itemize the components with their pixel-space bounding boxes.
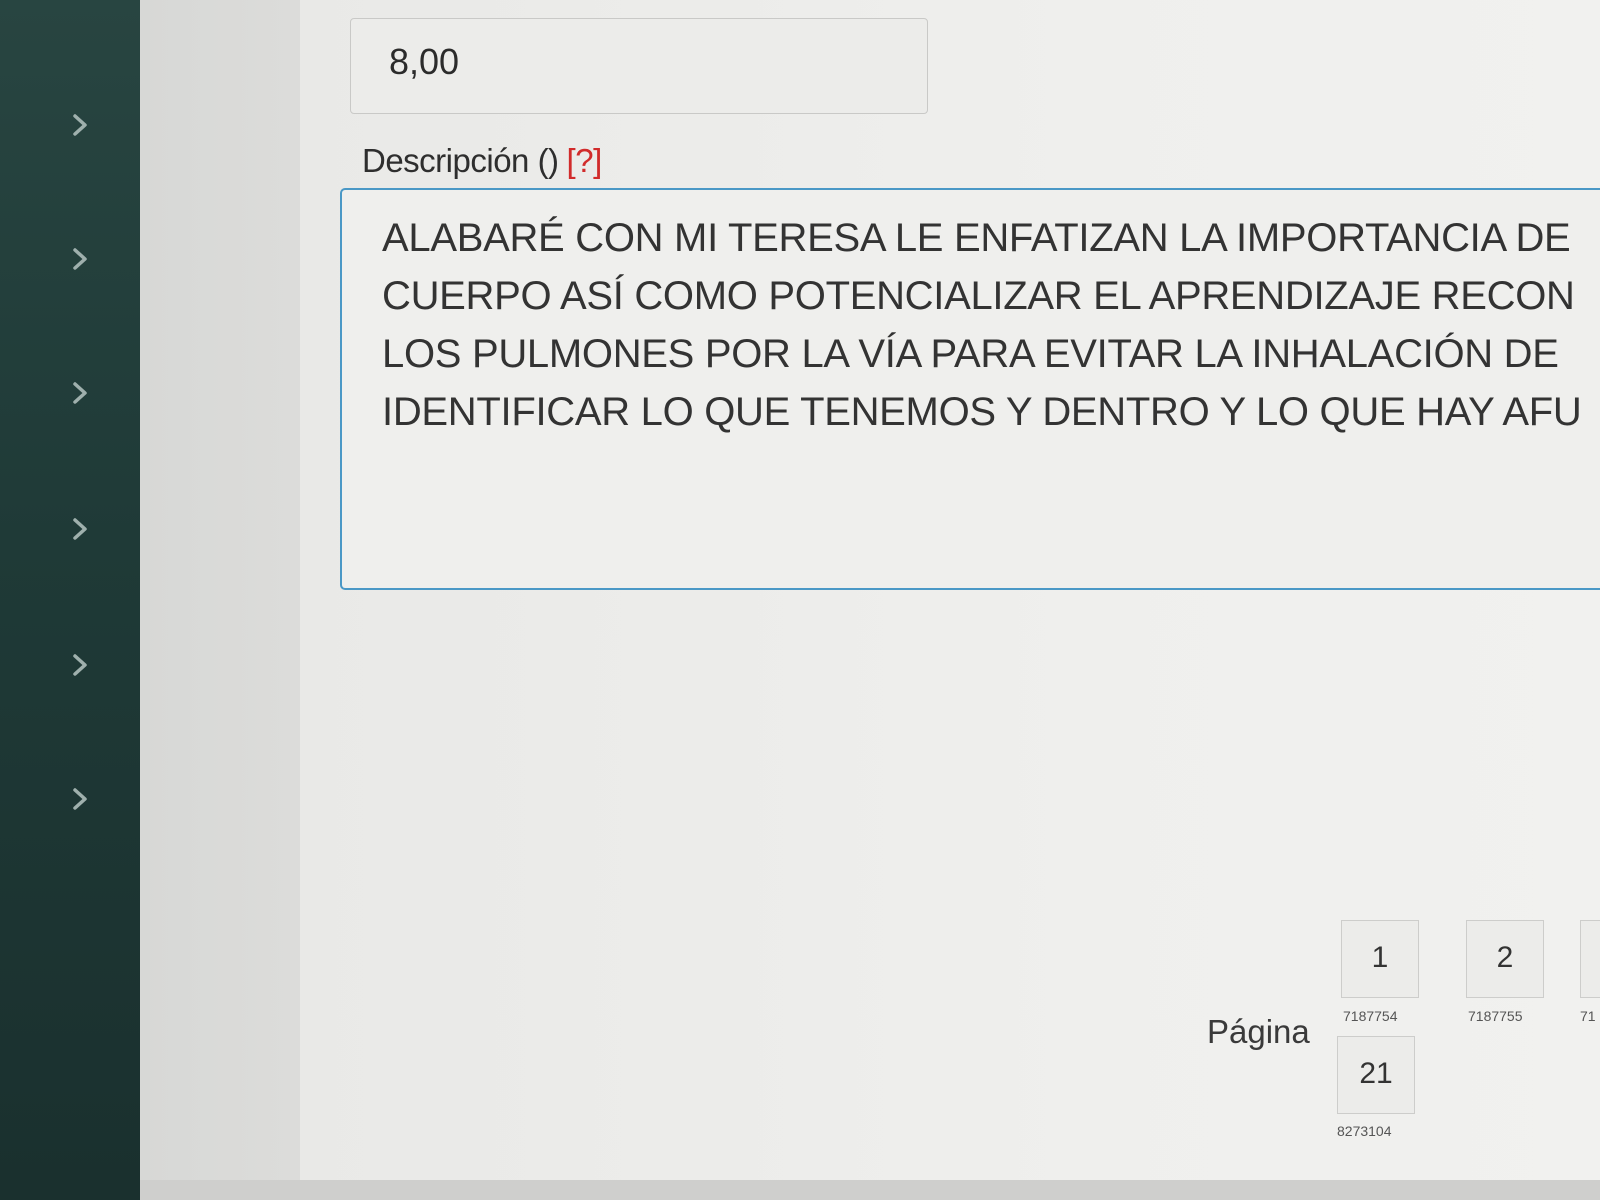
page-id-1: 7187754: [1343, 1008, 1398, 1024]
sidebar-item-2[interactable]: [64, 242, 98, 276]
sidebar-item-3[interactable]: [64, 376, 98, 410]
description-line: CUERPO ASÍ COMO POTENCIALIZAR EL APRENDI…: [382, 274, 1575, 318]
page-id-21: 8273104: [1337, 1123, 1392, 1139]
sidebar: [0, 0, 140, 1200]
page-id-3: 71: [1580, 1008, 1596, 1024]
page-button-2[interactable]: 2: [1466, 920, 1544, 998]
description-label-text: Descripción (): [362, 142, 559, 179]
page-button-3[interactable]: [1580, 920, 1600, 998]
description-textarea[interactable]: ALABARÉ CON MI TERESA LE ENFATIZAN LA IM…: [340, 188, 1600, 590]
value-input[interactable]: 8,00: [350, 18, 928, 114]
sidebar-item-4[interactable]: [64, 512, 98, 546]
sidebar-item-6[interactable]: [64, 782, 98, 816]
chevron-right-icon: [73, 382, 87, 404]
help-link[interactable]: [?]: [567, 142, 603, 179]
sidebar-item-1[interactable]: [64, 108, 98, 142]
page-button-21[interactable]: 21: [1337, 1036, 1415, 1114]
chevron-right-icon: [73, 788, 87, 810]
description-line: IDENTIFICAR LO QUE TENEMOS Y DENTRO Y LO…: [382, 390, 1582, 434]
chevron-right-icon: [73, 518, 87, 540]
description-line: LOS PULMONES POR LA VÍA PARA EVITAR LA I…: [382, 332, 1559, 376]
pagination-label: Página: [1207, 1013, 1310, 1050]
content-gutter: [140, 0, 300, 1200]
chevron-right-icon: [73, 654, 87, 676]
sidebar-item-5[interactable]: [64, 648, 98, 682]
chevron-right-icon: [73, 248, 87, 270]
page-id-2: 7187755: [1468, 1008, 1523, 1024]
page-button-1[interactable]: 1: [1341, 920, 1419, 998]
description-label: Descripción () [?]: [362, 142, 602, 180]
chevron-right-icon: [73, 114, 87, 136]
description-line: ALABARÉ CON MI TERESA LE ENFATIZAN LA IM…: [382, 216, 1571, 260]
bottom-strip: [140, 1180, 1600, 1200]
value-input-text: 8,00: [389, 41, 460, 82]
